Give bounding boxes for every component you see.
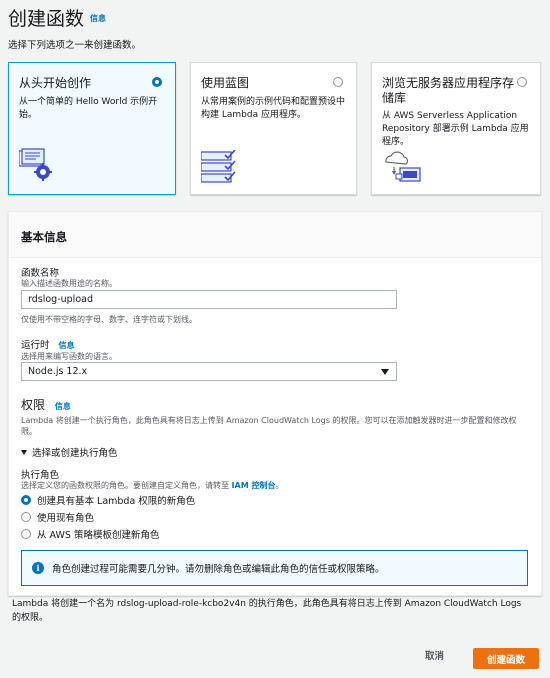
cloud-app-icon (385, 151, 421, 182)
alert-text: 角色创建过程可能需要几分钟。请勿删除角色或编辑此角色的信任或权限策略。 (52, 564, 385, 575)
iam-console-link[interactable]: IAM 控制台 (232, 481, 276, 490)
option-title: 使用蓝图 (201, 76, 250, 90)
permissions-heading: 权限 (21, 398, 46, 412)
option-description: 从 AWS Serverless Application Repository … (382, 111, 529, 147)
option-radio[interactable] (152, 77, 162, 87)
function-name-rule: 仅使用不带空格的字母、数字、连字符或下划线。 (21, 315, 197, 324)
role-radio[interactable] (21, 529, 31, 539)
role-hint-suffix: 。 (275, 481, 284, 490)
option-radio[interactable] (517, 77, 527, 87)
role-option-label: 使用现有角色 (37, 513, 95, 524)
runtime-select[interactable]: Node.js 12.x (21, 362, 397, 381)
execution-role-hint: 选择定义您的函数权限的角色。要创建自定义角色，请转至 IAM 控制台。 (21, 480, 283, 491)
role-radio[interactable] (21, 495, 31, 505)
option-card-serverless-repo[interactable]: 浏览无服务器应用程序存储库 从 AWS Serverless Applicati… (371, 62, 541, 195)
basic-info-panel: 基本信息 函数名称 输入描述函数用途的名称。 仅使用不带空格的字母、数字、连字符… (8, 211, 542, 596)
code-window-icon (19, 148, 52, 181)
role-option-policy-template[interactable]: 从 AWS 策略模板创建新角色 (21, 527, 159, 541)
info-icon: i (32, 562, 44, 574)
caret-down-icon (381, 369, 389, 375)
expander-label: 选择或创建执行角色 (32, 448, 118, 459)
option-radio[interactable] (333, 77, 343, 87)
permissions-description: Lambda 将创建一个执行角色，此角色具有将日志上传到 Amazon Clou… (21, 416, 517, 436)
option-title: 浏览无服务器应用程序存储库 (382, 76, 515, 105)
page-title: 创建函数 (8, 8, 85, 30)
role-summary-note: Lambda 将创建一个名为 rdslog-upload-role-kcbo2v… (12, 599, 522, 623)
option-description: 从一个简单的 Hello World 示例开始。 (19, 97, 158, 120)
runtime-selected-value: Node.js 12.x (28, 366, 88, 377)
expand-caret-icon (21, 449, 27, 455)
runtime-info-link[interactable]: 信息 (59, 341, 75, 350)
runtime-label: 运行时 (21, 340, 50, 351)
role-option-existing[interactable]: 使用现有角色 (21, 510, 94, 524)
role-hint-text: 选择定义您的函数权限的角色。要创建自定义角色，请转至 (21, 481, 229, 490)
create-function-button[interactable]: 创建函数 (473, 648, 539, 669)
option-card-use-blueprint[interactable]: 使用蓝图 从常用案例的示例代码和配置预设中构建 Lambda 应用程序。 (190, 62, 357, 195)
option-card-author-from-scratch[interactable]: 从头开始创作 从一个简单的 Hello World 示例开始。 (8, 62, 176, 195)
cancel-button[interactable]: 取消 (425, 648, 444, 662)
permissions-info-link[interactable]: 信息 (55, 402, 71, 411)
option-description: 从常用案例的示例代码和配置预设中构建 Lambda 应用程序。 (201, 97, 346, 120)
info-alert: i 角色创建过程可能需要几分钟。请勿删除角色或编辑此角色的信任或权限策略。 (21, 550, 528, 586)
option-title: 从头开始创作 (19, 76, 92, 90)
runtime-label-row: 运行时 信息 (21, 337, 75, 351)
function-name-input[interactable] (21, 290, 397, 309)
runtime-hint: 选择用来编写函数的语言。 (21, 352, 117, 361)
function-name-hint: 输入描述函数用途的名称。 (21, 279, 117, 288)
role-option-create-basic[interactable]: 创建具有基本 Lambda 权限的新角色 (21, 493, 195, 507)
role-radio[interactable] (21, 512, 31, 522)
title-info-link[interactable]: 信息 (90, 13, 106, 24)
execution-role-label: 执行角色 (21, 470, 60, 481)
role-option-label: 从 AWS 策略模板创建新角色 (37, 530, 160, 541)
permissions-heading-row: 权限 信息 (21, 396, 71, 413)
page-subtitle: 选择下列选项之一来创建函数。 (8, 40, 142, 51)
function-name-label: 函数名称 (21, 268, 60, 279)
blueprint-checklist-icon (201, 150, 236, 183)
panel-heading: 基本信息 (9, 212, 541, 258)
role-option-label: 创建具有基本 Lambda 权限的新角色 (37, 496, 196, 507)
execution-role-expander[interactable]: 选择或创建执行角色 (21, 445, 118, 459)
page-header: 创建函数 信息 (8, 4, 106, 31)
